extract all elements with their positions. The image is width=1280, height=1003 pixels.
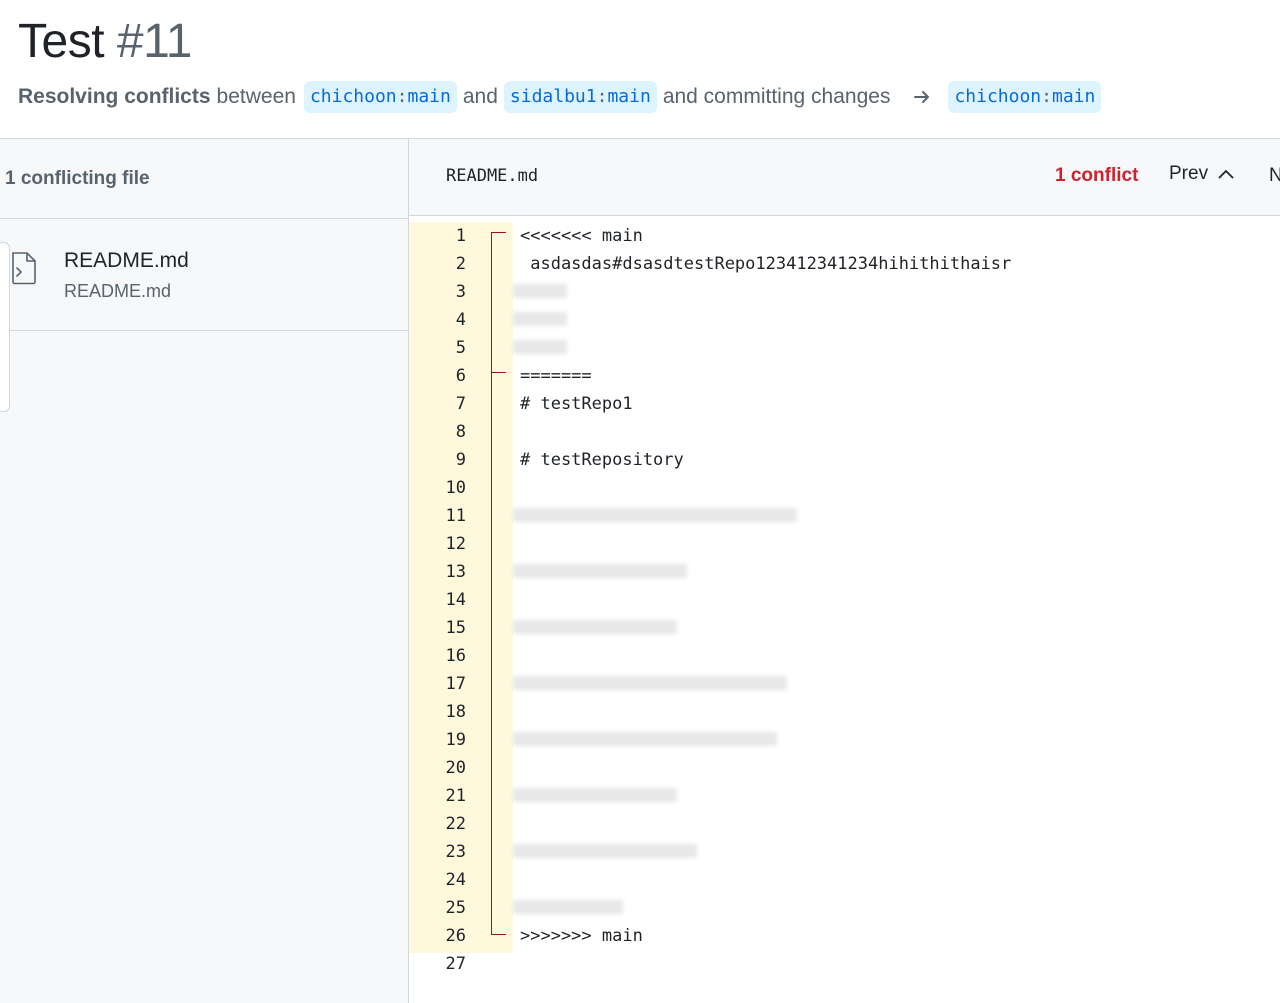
prev-conflict-button[interactable]: Prev	[1169, 163, 1234, 185]
code-line: 8	[409, 418, 1280, 446]
line-number: 17	[445, 674, 466, 694]
code-line: 27	[409, 950, 1280, 978]
code-line: 1 <<<<<<< main	[409, 222, 1280, 250]
line-number: 21	[445, 786, 466, 806]
line-number: 18	[445, 702, 466, 722]
code-line: 16	[409, 642, 1280, 670]
line-number: 22	[445, 814, 466, 834]
blurred-text	[513, 620, 677, 634]
line-number: 24	[445, 870, 466, 890]
target-branch-label[interactable]: chichoon:main	[948, 80, 1102, 113]
subtitle-and: and	[462, 84, 498, 108]
code-line: 9 # testRepository	[409, 446, 1280, 474]
file-diff-icon	[10, 251, 38, 285]
blurred-text	[513, 900, 623, 914]
line-number: 5	[455, 338, 466, 358]
blurred-text	[513, 844, 697, 858]
blurred-text	[513, 732, 777, 746]
blurred-text	[513, 284, 567, 298]
line-number: 27	[445, 954, 466, 974]
line-number: 6	[455, 366, 466, 386]
line-text[interactable]: <<<<<<< main	[520, 222, 643, 250]
code-editor[interactable]: 1 <<<<<<< main 2 asdasdas#dsasdtestRepo123…	[409, 222, 1280, 1003]
chevron-up-icon	[1218, 170, 1234, 179]
code-line: 14	[409, 586, 1280, 614]
head-branch-label[interactable]: chichoon:main	[303, 80, 457, 113]
code-line: 6 =======	[409, 362, 1280, 390]
line-number: 16	[445, 646, 466, 666]
pr-title: Test	[18, 15, 105, 68]
line-number: 10	[445, 478, 466, 498]
editor-toolbar: README.md 1 conflict Prev N	[409, 139, 1280, 216]
code-line: 20	[409, 754, 1280, 782]
conflicts-sidebar: 1 conflicting file README.md README.md	[0, 139, 409, 1003]
page-title: Test #11	[18, 14, 192, 70]
line-text[interactable]: # testRepo1	[520, 390, 633, 418]
page-header: Test #11 Resolving conflicts between chi…	[0, 0, 1280, 139]
line-number: 3	[455, 282, 466, 302]
code-line: 24	[409, 866, 1280, 894]
line-number: 14	[445, 590, 466, 610]
code-line: 7 # testRepo1	[409, 390, 1280, 418]
line-number: 2	[455, 254, 466, 274]
line-number: 9	[455, 450, 466, 470]
line-text[interactable]: asdasdas#dsasdtestRepo123412341234hihith…	[520, 250, 1011, 278]
code-line: 18	[409, 698, 1280, 726]
line-number: 15	[445, 618, 466, 638]
blurred-text	[513, 788, 677, 802]
line-number: 1	[455, 226, 466, 246]
sidebar-header: 1 conflicting file	[0, 139, 408, 219]
line-number: 12	[445, 534, 466, 554]
blurred-text	[513, 676, 787, 690]
line-number: 25	[445, 898, 466, 918]
code-line: 12	[409, 530, 1280, 558]
code-line: 26 >>>>>>> main	[409, 922, 1280, 950]
subtitle-between: between	[216, 84, 296, 108]
conflict-file-item[interactable]: README.md README.md	[0, 219, 408, 331]
blurred-text	[513, 340, 567, 354]
subtitle-strong: Resolving conflicts	[18, 84, 211, 108]
line-number: 20	[445, 758, 466, 778]
subtitle-tail: and committing changes	[662, 84, 891, 108]
line-number: 11	[445, 506, 466, 526]
arrow-right-icon	[912, 87, 932, 107]
pr-number: #11	[116, 15, 193, 68]
base-branch-label[interactable]: sidalbu1:main	[503, 80, 657, 113]
line-number: 19	[445, 730, 466, 750]
sidebar-collapse-handle[interactable]	[0, 242, 10, 412]
line-number: 26	[445, 926, 466, 946]
line-text[interactable]: # testRepository	[520, 446, 684, 474]
file-name: README.md	[64, 249, 189, 272]
code-line: 22	[409, 810, 1280, 838]
blurred-text	[513, 564, 687, 578]
line-number: 23	[445, 842, 466, 862]
line-number: 8	[455, 422, 466, 442]
line-number: 13	[445, 562, 466, 582]
line-text[interactable]: >>>>>>> main	[520, 922, 643, 950]
conflict-editor-panel: README.md 1 conflict Prev N 1 <<<<<<< mai…	[409, 139, 1280, 1003]
conflict-count: 1 conflict	[1055, 165, 1139, 186]
code-line: 2 asdasdas#dsasdtestRepo123412341234hihi…	[409, 250, 1280, 278]
file-path: README.md	[64, 281, 172, 301]
pr-subtitle: Resolving conflicts between chichoon:mai…	[18, 80, 1102, 113]
prev-label: Prev	[1169, 163, 1209, 184]
blurred-text	[513, 312, 567, 326]
next-conflict-button[interactable]: N	[1269, 165, 1280, 187]
conflicting-files-count: 1 conflicting file	[5, 168, 150, 189]
line-number: 4	[455, 310, 466, 330]
blurred-text	[513, 508, 797, 522]
line-number: 7	[455, 394, 466, 414]
line-text[interactable]: =======	[520, 362, 592, 390]
code-line: 10	[409, 474, 1280, 502]
editor-filename: README.md	[446, 166, 539, 186]
